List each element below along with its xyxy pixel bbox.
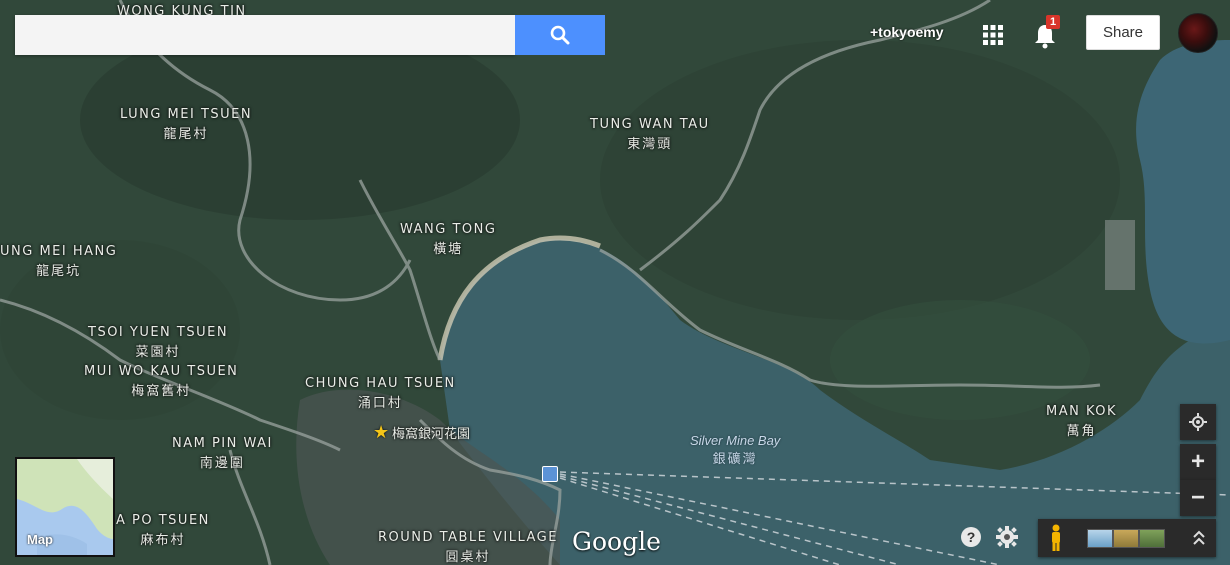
place-label-mui-wo-kau-tsuen: MUI WO KAU TSUEN 梅窩舊村 bbox=[84, 364, 238, 399]
poi-label[interactable]: 梅窩銀河花園 bbox=[392, 423, 470, 442]
pegman-icon[interactable] bbox=[1048, 524, 1064, 552]
imagery-thumbnail-2[interactable] bbox=[1113, 529, 1139, 548]
svg-text:?: ? bbox=[967, 529, 976, 545]
chevron-up-double-icon[interactable] bbox=[1192, 530, 1206, 546]
share-button[interactable]: Share bbox=[1086, 15, 1160, 50]
place-name: ROUND TABLE VILLAGE bbox=[378, 530, 558, 545]
place-label-lung-mei-tsuen: LUNG MEI TSUEN 龍尾村 bbox=[120, 107, 252, 142]
place-name: A PO TSUEN bbox=[116, 513, 210, 528]
place-name: TUNG WAN TAU bbox=[590, 117, 710, 132]
place-label-nam-pin-wai: NAM PIN WAI 南邊圍 bbox=[172, 436, 273, 471]
notification-badge[interactable]: 1 bbox=[1046, 15, 1061, 29]
plus-icon: + bbox=[1190, 448, 1205, 475]
place-name: TSOI YUEN TSUEN bbox=[88, 325, 229, 340]
place-label-tsoi-yuen-tsuen: TSOI YUEN TSUEN 菜園村 bbox=[88, 325, 228, 360]
place-label-tung-wan-tau: TUNG WAN TAU 東灣頭 bbox=[590, 117, 710, 152]
zoom-in-button[interactable]: + bbox=[1180, 444, 1216, 480]
place-label-wang-tong: WANG TONG 橫塘 bbox=[400, 222, 496, 257]
water-name-zh: 銀礦灣 bbox=[712, 451, 758, 466]
place-name-zh: 涌口村 bbox=[357, 396, 403, 411]
place-name-zh: 龍尾村 bbox=[163, 127, 209, 142]
place-name-zh: 梅窩舊村 bbox=[131, 384, 192, 399]
user-profile-link[interactable]: +tokyoemy bbox=[870, 24, 944, 40]
place-name-zh: 菜園村 bbox=[135, 345, 181, 360]
place-name: MAN KOK bbox=[1046, 404, 1118, 419]
search-input[interactable] bbox=[15, 15, 515, 55]
place-name-zh: 南邊圍 bbox=[199, 456, 245, 471]
my-location-button[interactable] bbox=[1180, 404, 1216, 440]
google-logo: Google bbox=[572, 527, 661, 556]
zoom-out-button[interactable]: − bbox=[1180, 480, 1216, 516]
place-name: UNG MEI HANG bbox=[0, 244, 118, 259]
place-label-man-kok: MAN KOK 萬角 bbox=[1046, 404, 1117, 439]
avatar[interactable] bbox=[1178, 13, 1218, 53]
place-label-round-table-village: ROUND TABLE VILLAGE 圓桌村 bbox=[378, 530, 558, 565]
star-icon[interactable]: ★ bbox=[373, 422, 389, 443]
place-name-zh: 萬角 bbox=[1066, 424, 1097, 439]
apps-grid-icon[interactable] bbox=[982, 24, 1004, 46]
minus-icon: − bbox=[1190, 484, 1205, 511]
place-name-zh: 龍尾坑 bbox=[36, 264, 82, 279]
place-label-ung-mei-hang: UNG MEI HANG 龍尾坑 bbox=[0, 244, 117, 279]
place-name: LUNG MEI TSUEN bbox=[120, 107, 253, 122]
my-location-icon bbox=[1189, 413, 1207, 431]
place-label-chung-hau-tsuen: CHUNG HAU TSUEN 涌口村 bbox=[305, 376, 456, 411]
map-terrain bbox=[0, 0, 1230, 565]
water-name: Silver Mine Bay bbox=[690, 433, 781, 448]
poi-name: 梅窩銀河花園 bbox=[392, 427, 471, 442]
search-button[interactable] bbox=[515, 15, 605, 55]
place-name: WANG TONG bbox=[400, 222, 497, 237]
satellite-map[interactable] bbox=[0, 0, 1230, 565]
gear-icon[interactable] bbox=[996, 526, 1018, 548]
imagery-thumbnail-1[interactable] bbox=[1087, 529, 1113, 548]
place-label-a-po-tsuen: A PO TSUEN 麻布村 bbox=[116, 513, 210, 548]
place-name: MUI WO KAU TSUEN bbox=[84, 364, 239, 379]
place-name-zh: 圓桌村 bbox=[445, 550, 491, 565]
ferry-pier-icon[interactable] bbox=[542, 466, 558, 482]
map-type-switcher[interactable]: Map bbox=[15, 457, 115, 557]
imagery-thumbnail-3[interactable] bbox=[1139, 529, 1165, 548]
search-icon bbox=[550, 25, 570, 45]
water-label-silver-mine-bay: Silver Mine Bay 銀礦灣 bbox=[690, 433, 780, 467]
place-name: CHUNG HAU TSUEN bbox=[305, 376, 456, 391]
place-name-zh: 橫塘 bbox=[433, 242, 464, 257]
place-name: NAM PIN WAI bbox=[172, 436, 273, 451]
minimap-label: Map bbox=[27, 532, 53, 547]
help-icon[interactable]: ? bbox=[960, 526, 982, 548]
place-name-zh: 東灣頭 bbox=[627, 137, 673, 152]
place-name-zh: 麻布村 bbox=[140, 533, 186, 548]
